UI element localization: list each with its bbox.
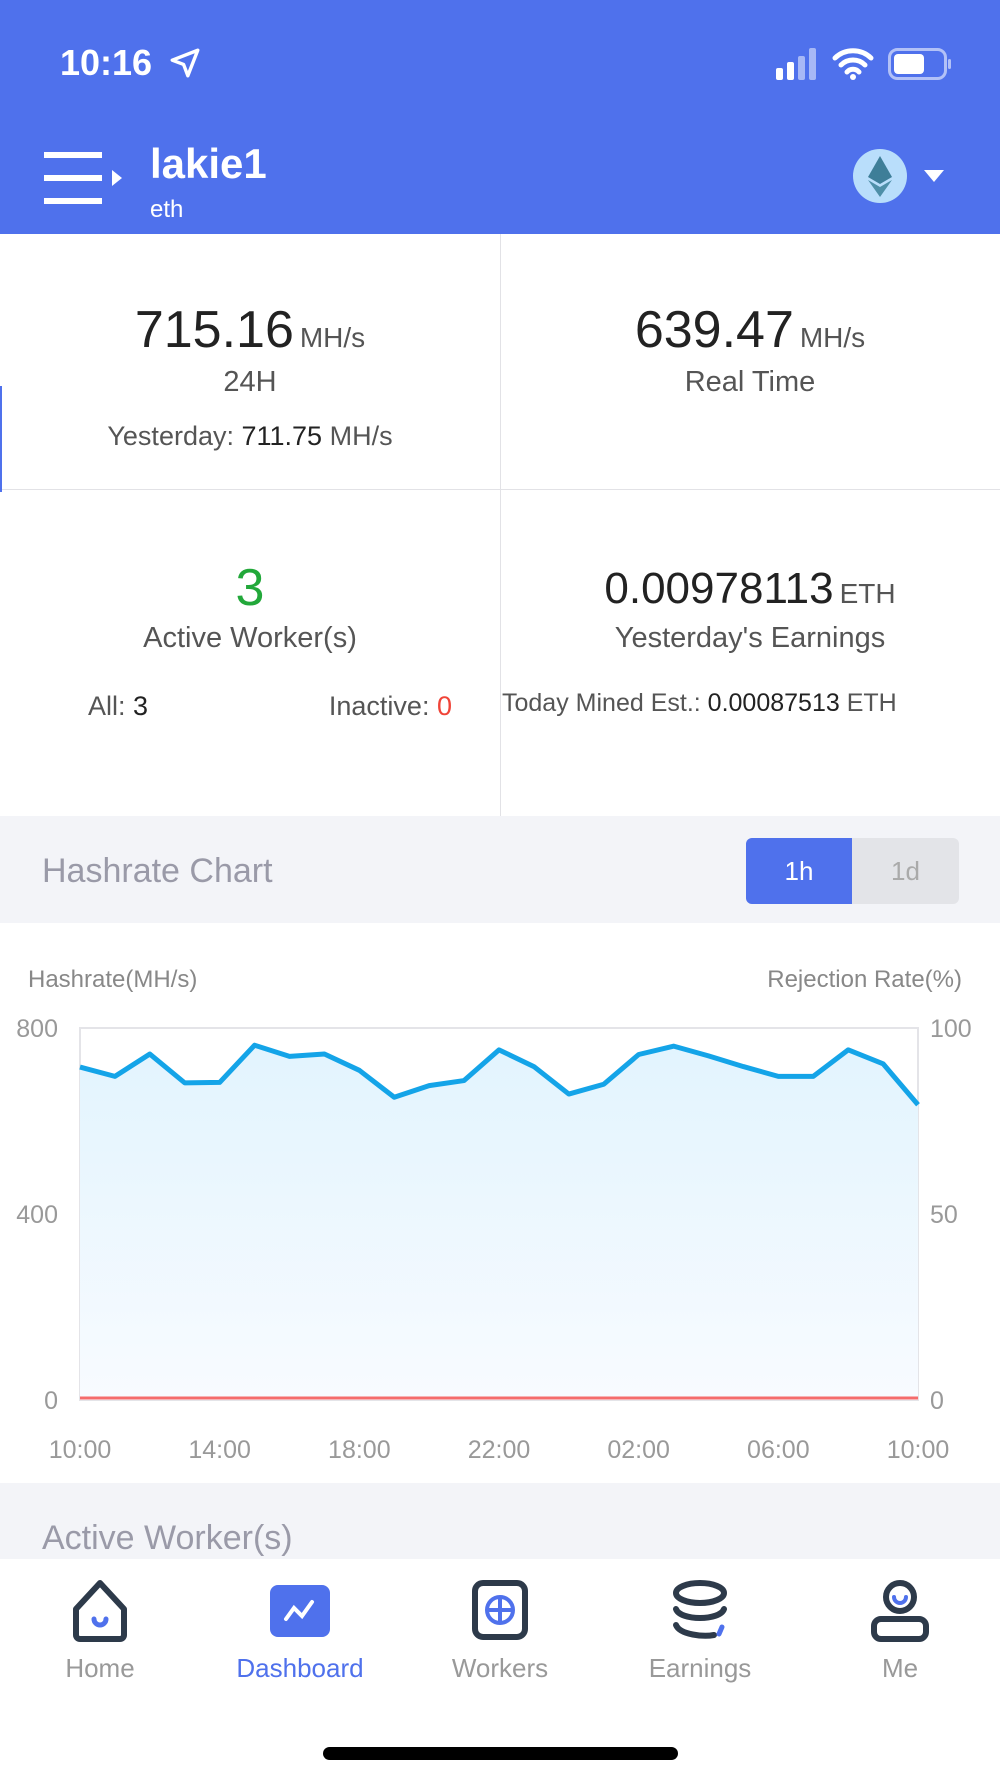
nav-dashboard[interactable]: Dashboard — [200, 1579, 400, 1684]
stat-value: 0.00978113 — [604, 564, 834, 613]
y2-axis-title: Rejection Rate(%) — [767, 966, 962, 993]
inactive-label: Inactive: — [328, 691, 430, 721]
stat-yesterday-earnings: 0.00978113 ETH Yesterday's Earnings Today… — [500, 564, 1000, 718]
stat-unit: MH/s — [299, 322, 366, 353]
nav-label: Home — [65, 1653, 135, 1683]
tab-1d[interactable]: 1d — [852, 838, 959, 904]
yesterday-unit: MH/s — [329, 421, 393, 451]
stat-label: Yesterday's Earnings — [614, 622, 886, 654]
all-label: All: — [88, 691, 126, 721]
hashrate-chart-header: Hashrate Chart 1h 1d — [0, 816, 1000, 923]
stat-unit: ETH — [839, 578, 896, 609]
nav-me[interactable]: Me — [800, 1579, 1000, 1684]
x-tick-label: 02:00 — [607, 1436, 670, 1464]
stat-unit: MH/s — [799, 322, 866, 353]
coin-selector[interactable] — [852, 148, 946, 204]
nav-label: Earnings — [648, 1653, 752, 1683]
app-header: 10:16 lakie1 eth — [0, 0, 1000, 234]
today-unit: ETH — [846, 689, 897, 717]
nav-label: Dashboard — [236, 1653, 364, 1683]
today-value: 0.00087513 — [707, 689, 840, 717]
y2-tick-label: 100 — [930, 1015, 972, 1043]
nav-workers[interactable]: Workers — [400, 1579, 600, 1684]
yesterday-value: 711.75 — [241, 421, 323, 451]
active-workers-header: Active Worker(s) — [0, 1483, 1000, 1559]
inactive-workers: Inactive: 0 — [329, 691, 452, 722]
divider — [0, 489, 1000, 490]
coin-subtitle: eth — [150, 196, 184, 223]
inactive-value: 0 — [436, 691, 452, 721]
status-time: 10:16 — [60, 42, 153, 83]
y2-tick-label: 50 — [930, 1201, 958, 1229]
section-title: Active Worker(s) — [42, 1519, 293, 1557]
signal-icon — [776, 48, 816, 80]
x-tick-label: 14:00 — [188, 1436, 251, 1464]
stat-label: Active Worker(s) — [143, 622, 357, 654]
location-arrow-icon — [170, 48, 200, 78]
x-tick-label: 10:00 — [887, 1436, 950, 1464]
stat-value: 639.47 — [634, 301, 794, 359]
y-tick-label: 400 — [16, 1201, 58, 1229]
dashboard-icon — [270, 1585, 330, 1637]
stat-value: 715.16 — [134, 301, 294, 359]
x-tick-label: 22:00 — [468, 1436, 531, 1464]
earnings-icon — [673, 1580, 727, 1639]
hashrate-chart: 800 400 0 100 50 0 10:00 14:00 18:00 22:00 02:00 06… — [16, 1015, 972, 1464]
y-tick-label: 0 — [44, 1387, 58, 1415]
bottom-nav: Home Dashboard Workers Earnings Me — [0, 1559, 1000, 1778]
x-tick-label: 10:00 — [49, 1436, 112, 1464]
tab-1h[interactable]: 1h — [746, 838, 852, 904]
ethereum-icon — [853, 149, 907, 203]
menu-icon[interactable] — [42, 150, 124, 206]
stat-active-workers[interactable]: 3 Active Worker(s) All: 3 Inactive: 0 — [0, 558, 500, 722]
stat-value: 3 — [235, 559, 265, 617]
home-icon — [73, 1580, 127, 1642]
x-tick-label: 06:00 — [747, 1436, 810, 1464]
nav-label: Workers — [451, 1653, 549, 1683]
interval-toggle: 1h 1d — [746, 838, 959, 904]
stat-label: Real Time — [684, 366, 816, 398]
today-label: Today Mined Est.: — [502, 689, 701, 717]
y2-tick-label: 0 — [930, 1387, 944, 1415]
nav-earnings[interactable]: Earnings — [600, 1579, 800, 1684]
yesterday-label: Yesterday: — [107, 421, 234, 451]
wifi-icon — [832, 48, 874, 80]
x-tick-label: 18:00 — [328, 1436, 391, 1464]
workers-icon — [472, 1580, 528, 1640]
section-title: Hashrate Chart — [42, 852, 273, 890]
nav-label: Me — [881, 1653, 919, 1683]
stat-24h-hashrate: 715.16 MH/s 24H Yesterday: 711.75 MH/s — [0, 300, 500, 452]
nav-home[interactable]: Home — [0, 1579, 200, 1684]
profile-icon — [871, 1580, 929, 1642]
battery-icon — [888, 48, 951, 80]
account-title: lakie1 — [150, 140, 267, 187]
home-indicator[interactable] — [323, 1747, 678, 1760]
y-axis-title: Hashrate(MH/s) — [28, 966, 198, 993]
y-tick-label: 800 — [16, 1015, 58, 1043]
stat-realtime-hashrate: 639.47 MH/s Real Time — [500, 300, 1000, 399]
all-workers: All: 3 — [88, 691, 148, 722]
all-value: 3 — [133, 691, 149, 721]
stat-label: 24H — [223, 366, 277, 398]
chevron-down-icon — [924, 170, 944, 182]
today-mined-estimate: Today Mined Est.: 0.00087513 ETH — [500, 689, 1000, 718]
hashrate-area — [80, 1045, 918, 1400]
yesterday-hashrate: Yesterday: 711.75 MH/s — [0, 421, 500, 452]
